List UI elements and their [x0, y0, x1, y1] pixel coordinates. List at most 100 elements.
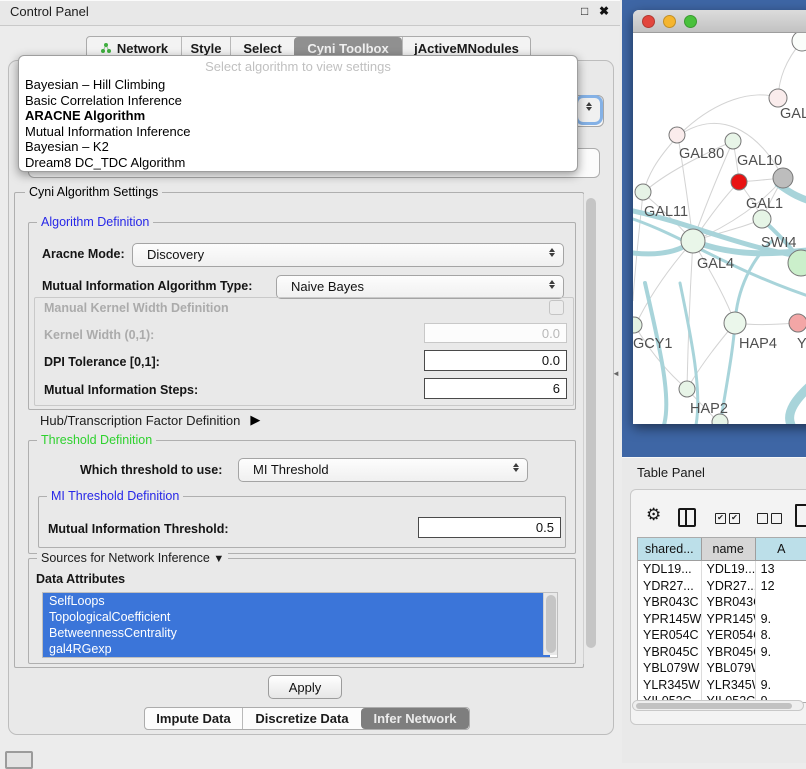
network-node[interactable]	[789, 314, 806, 332]
sources-group-title[interactable]: Sources for Network Inference ▼	[37, 551, 228, 565]
combobox-value: Naive Bayes	[291, 279, 364, 294]
algorithm-option[interactable]: Bayesian – K2	[19, 139, 577, 155]
network-node[interactable]	[773, 168, 793, 188]
split-view-icon[interactable]	[678, 508, 696, 527]
network-node-label: GAL	[780, 106, 806, 122]
table-row[interactable]: YLR345WYLR345W9.	[638, 677, 806, 694]
collapse-arrow-icon[interactable]: ▼	[213, 553, 224, 565]
network-window[interactable]: GALGAL80GAL10GAL1GAL11GAL4SWI4GCY1HAP4YH…	[633, 10, 806, 424]
table-row[interactable]: YPR145WYPR145W9.	[638, 611, 806, 628]
expand-arrow-icon[interactable]: ▶	[250, 412, 260, 428]
checked-boxes-icon[interactable]: ✔✔	[715, 513, 740, 524]
table-row[interactable]: YBR045CYBR045C9.	[638, 644, 806, 661]
table-row[interactable]: YBL079WYBL079W	[638, 660, 806, 677]
network-node[interactable]	[633, 317, 642, 333]
attribute-item[interactable]: TopologicalCoefficient	[43, 609, 550, 625]
unchecked-boxes-icon[interactable]	[757, 513, 782, 524]
table-row[interactable]: YBR043CYBR043C	[638, 594, 806, 611]
table-column-header[interactable]: A	[756, 538, 806, 560]
panel-splitter-handle[interactable]: ◄	[612, 369, 620, 378]
combobox-arrow-button[interactable]	[578, 98, 600, 122]
table-row[interactable]: YDL19...YDL19...13	[638, 561, 806, 578]
dpi-tolerance-label: DPI Tolerance [0,1]:	[44, 355, 160, 369]
mi-threshold-label: Mutual Information Threshold:	[48, 522, 229, 536]
network-node[interactable]	[792, 33, 806, 51]
collapsed-panel-handle[interactable]	[5, 751, 33, 769]
attribute-item[interactable]: gal4RGexp	[43, 641, 550, 657]
algorithm-option[interactable]: ARACNE Algorithm	[19, 108, 577, 124]
network-canvas[interactable]: GALGAL80GAL10GAL1GAL11GAL4SWI4GCY1HAP4YH…	[633, 33, 806, 424]
tab-label: Discretize Data	[255, 711, 348, 726]
scrollbar-thumb[interactable]	[586, 198, 596, 648]
hub-definition-label: Hub/Transcription Factor Definition	[40, 413, 240, 428]
algorithm-option[interactable]: Basic Correlation Inference	[19, 93, 577, 109]
table-row[interactable]: YDR27...YDR27...12	[638, 578, 806, 595]
table-cell: 9.	[756, 677, 806, 694]
table-column-header[interactable]: shared...	[638, 538, 702, 560]
algorithm-option[interactable]: Dream8 DC_TDC Algorithm	[19, 155, 577, 171]
aracne-mode-combobox[interactable]: Discovery	[132, 243, 564, 267]
network-node[interactable]	[769, 89, 787, 107]
mi-steps-label: Mutual Information Steps:	[44, 383, 198, 397]
mi-threshold-input[interactable]	[418, 517, 561, 538]
table-cell: 9.	[756, 644, 806, 661]
tab-label: Impute Data	[156, 711, 230, 726]
data-attributes-list[interactable]: SelfLoopsTopologicalCoefficientBetweenne…	[42, 592, 558, 658]
close-icon[interactable]: ✖	[599, 4, 609, 18]
which-threshold-label: Which threshold to use:	[80, 463, 222, 477]
scrollbar-thumb[interactable]	[546, 595, 556, 653]
attribute-item[interactable]: SelfLoops	[43, 593, 550, 609]
tab-impute-data[interactable]: Impute Data	[145, 708, 242, 729]
mi-steps-input[interactable]	[424, 378, 567, 399]
dpi-tolerance-input[interactable]	[424, 350, 567, 371]
zoom-traffic-light-icon[interactable]	[684, 15, 697, 28]
network-node[interactable]	[724, 312, 746, 334]
network-node[interactable]	[679, 381, 695, 397]
table-row[interactable]: YER054CYER054C8.	[638, 627, 806, 644]
gear-icon[interactable]: ⚙	[646, 505, 661, 525]
table-cell: YDL19...	[638, 561, 702, 578]
apply-button[interactable]: Apply	[268, 675, 342, 699]
control-panel-title: Control Panel	[10, 4, 89, 19]
settings-vertical-scrollbar[interactable]	[583, 194, 598, 664]
table-horizontal-scrollbar[interactable]	[632, 700, 804, 711]
network-node[interactable]	[731, 174, 747, 190]
close-traffic-light-icon[interactable]	[642, 15, 655, 28]
network-node[interactable]	[669, 127, 685, 143]
table-column-header[interactable]: name	[702, 538, 756, 560]
attributes-list-scrollbar[interactable]	[543, 593, 557, 655]
table-header-row: shared...nameA	[638, 538, 806, 561]
mi-threshold-group-title: MI Threshold Definition	[47, 489, 183, 503]
combobox-value: Discovery	[147, 247, 204, 262]
algorithm-dropdown-list: Bayesian – Hill ClimbingBasic Correlatio…	[19, 77, 577, 170]
tab-label: Network	[117, 41, 168, 56]
manual-kernel-width-checkbox[interactable]	[549, 300, 564, 315]
minimize-traffic-light-icon[interactable]	[663, 15, 676, 28]
table-cell: YDR27...	[638, 578, 702, 595]
which-threshold-combobox[interactable]: MI Threshold	[238, 458, 528, 482]
tab-discretize-data[interactable]: Discretize Data	[242, 708, 361, 729]
tab-label: jActiveMNodules	[414, 41, 519, 56]
float-window-icon[interactable]: □	[581, 4, 588, 18]
kernel-width-label: Kernel Width (0,1):	[44, 328, 154, 342]
table-cell: YBR043C	[638, 594, 702, 611]
network-window-titlebar[interactable]	[633, 10, 806, 33]
kernel-width-input[interactable]	[424, 323, 567, 343]
network-edges-thick	[633, 184, 806, 424]
hub-definition-expander[interactable]: Hub/Transcription Factor Definition ▶	[40, 412, 260, 428]
control-panel-titlebar	[0, 0, 620, 26]
attribute-item[interactable]: BetweennessCentrality	[43, 625, 550, 641]
tab-infer-network[interactable]: Infer Network	[361, 708, 469, 729]
scrollbar-thumb[interactable]	[636, 703, 792, 709]
algorithm-option[interactable]: Bayesian – Hill Climbing	[19, 77, 577, 93]
network-node[interactable]	[753, 210, 771, 228]
document-icon[interactable]	[795, 504, 806, 527]
mi-algorithm-type-combobox[interactable]: Naive Bayes	[276, 275, 564, 299]
table-cell	[756, 660, 806, 677]
algorithm-option[interactable]: Mutual Information Inference	[19, 124, 577, 140]
network-node[interactable]	[681, 229, 705, 253]
network-node[interactable]	[635, 184, 651, 200]
network-node-label: GAL80	[679, 146, 724, 162]
aracne-mode-label: Aracne Mode:	[42, 247, 125, 261]
network-node[interactable]	[725, 133, 741, 149]
